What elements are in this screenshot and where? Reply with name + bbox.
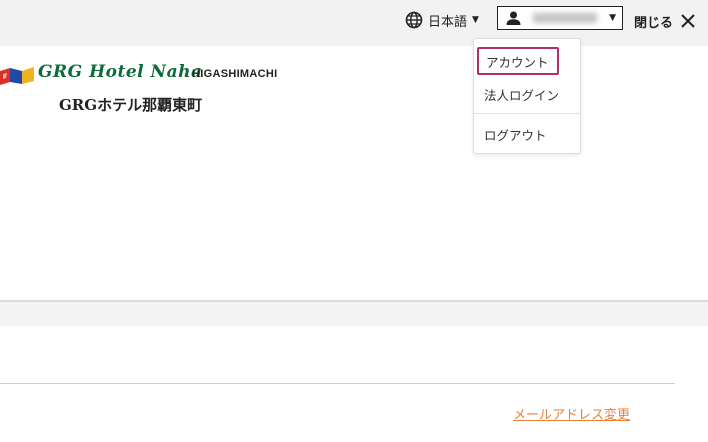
account-menu-button[interactable]: ▼ <box>497 6 623 30</box>
chevron-down-icon: ▼ <box>472 15 479 25</box>
globe-icon <box>405 11 423 29</box>
menu-item-corporate-login[interactable]: 法人ログイン <box>474 81 590 107</box>
logo-sub-text: HIGASHIMACHI <box>192 68 278 80</box>
menu-item-account[interactable]: アカウント <box>477 47 559 75</box>
panel-divider <box>0 383 675 384</box>
close-button[interactable]: 閉じる <box>634 9 695 33</box>
hotel-logo[interactable]: GRG Hotel Naha HIGASHIMACHI GRGホテル那覇東町 <box>0 62 300 120</box>
content-band <box>0 302 708 326</box>
close-label: 閉じる <box>634 15 674 31</box>
menu-item-logout[interactable]: ログアウト <box>474 121 590 147</box>
menu-divider <box>474 113 580 114</box>
close-icon <box>681 14 695 28</box>
logo-japanese-name: GRGホテル那覇東町 <box>59 96 203 114</box>
top-bar: 日本語 ▼ ▼ 閉じる <box>0 0 708 46</box>
blurred-username <box>533 13 597 23</box>
account-dropdown-menu: アカウント 法人ログイン ログアウト <box>473 38 581 154</box>
email-change-link[interactable]: メールアドレス変更 <box>513 404 630 423</box>
language-selector[interactable]: 日本語 ▼ <box>405 9 479 31</box>
flag-logo <box>0 67 34 85</box>
content-panel <box>0 326 708 442</box>
chevron-down-icon: ▼ <box>609 13 616 23</box>
logo-script-text: GRG Hotel Naha <box>38 62 203 82</box>
language-label: 日本語 <box>428 14 468 30</box>
user-icon <box>506 11 521 25</box>
